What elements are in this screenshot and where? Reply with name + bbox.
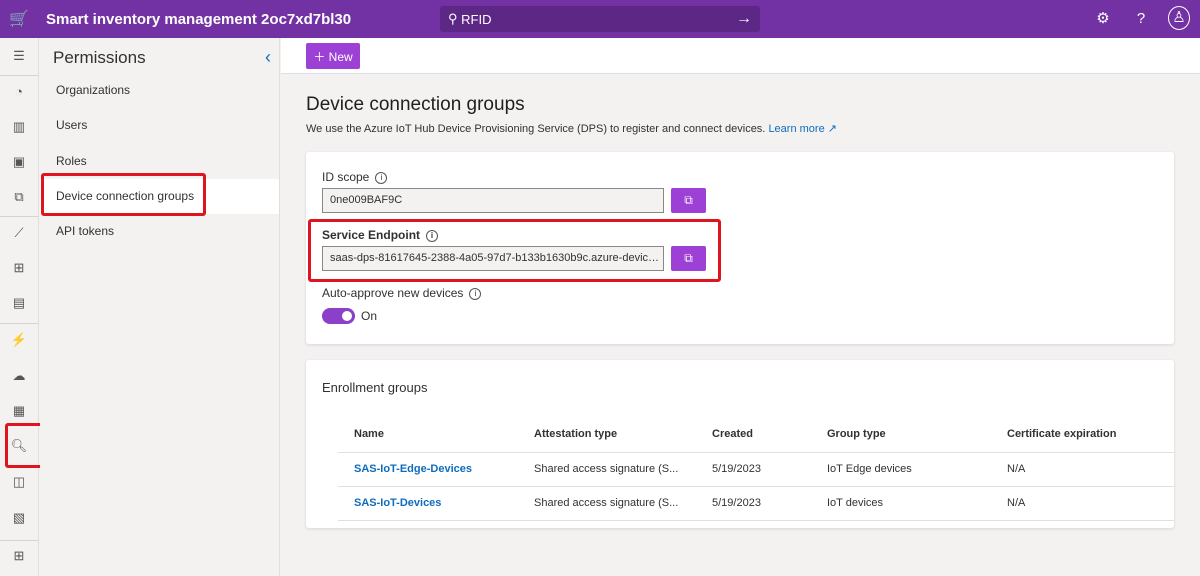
search-input[interactable]: ⚲ RFID → <box>440 6 760 32</box>
copy-id-scope-button[interactable]: ⧉ <box>671 188 706 213</box>
nav-title: Permissions <box>53 48 146 67</box>
description-text: We use the Azure IoT Hub Device Provisio… <box>306 123 766 135</box>
permissions-nav: Permissions ‹ Organizations Users Roles … <box>40 38 280 576</box>
collapse-chevron-icon[interactable]: ‹ <box>265 47 271 68</box>
new-button[interactable]: ＋ New <box>306 43 360 69</box>
learn-more-link[interactable]: Learn more ↗ <box>768 123 837 135</box>
group-name-link[interactable]: SAS-IoT-Devices <box>354 497 441 509</box>
enrollment-table: Name Attestation type Created Group type… <box>338 416 1174 521</box>
info-icon[interactable]: i <box>469 288 482 300</box>
main-content: ＋ New Device connection groups We use th… <box>281 38 1200 576</box>
devices-icon[interactable]: ▥ <box>0 119 38 135</box>
command-bar: ＋ New <box>281 38 1200 74</box>
enrollment-groups-card: Enrollment groups Name Attestation type … <box>306 360 1174 528</box>
column-header[interactable]: Created <box>696 416 811 453</box>
customization-icon[interactable]: ◫ <box>0 474 38 490</box>
toggle-state: On <box>361 309 378 323</box>
jobs-icon[interactable]: ▤ <box>0 295 38 311</box>
help-icon[interactable]: ? <box>1130 10 1152 27</box>
data-export-icon[interactable]: ☁ <box>0 368 38 384</box>
device-groups-icon[interactable]: ▣ <box>0 154 38 170</box>
nav-item-organizations[interactable]: Organizations <box>40 73 279 108</box>
device-templates-icon[interactable]: ⧉ <box>0 189 38 205</box>
menu-icon[interactable]: ☰ <box>0 48 38 64</box>
plus-icon: ＋ <box>313 49 326 64</box>
table-row[interactable]: SAS-IoT-Edge-Devices Shared access signa… <box>338 452 1174 487</box>
column-header[interactable]: Name <box>338 416 518 453</box>
enrollment-title: Enrollment groups <box>322 380 428 395</box>
page-description: We use the Azure IoT Hub Device Provisio… <box>306 122 837 135</box>
attestation-cell: Shared access signature (S... <box>518 486 696 521</box>
auto-approve-label: Auto-approve new devices i <box>322 286 482 300</box>
id-scope-field[interactable]: 0ne009BAF9C <box>322 188 664 213</box>
icon-rail: ☰ ◔ ▥ ▣ ⧉ ⟋ ⊞ ▤ ⚡ ☁ ▦ 🔍︎ ◫ ▧ ⊞ <box>0 38 39 576</box>
application-icon[interactable]: ▧ <box>0 510 38 526</box>
created-cell: 5/19/2023 <box>696 452 811 487</box>
search-icon: ⚲ <box>448 11 462 26</box>
settings-icon[interactable]: ⚙ <box>1092 9 1114 27</box>
dashboards-icon[interactable]: ⊞ <box>0 260 38 276</box>
arrow-right-icon[interactable]: → <box>736 10 752 28</box>
rules-icon[interactable]: ⚡ <box>0 332 38 348</box>
templates-icon[interactable]: ⊞ <box>0 548 38 564</box>
top-bar: 🛒 Smart inventory management 2oc7xd7bl30… <box>0 0 1200 38</box>
column-header[interactable]: Group type <box>811 416 991 453</box>
group-type-cell: IoT devices <box>811 486 991 521</box>
group-type-cell: IoT Edge devices <box>811 452 991 487</box>
cart-icon: 🛒 <box>9 11 29 28</box>
search-value: RFID <box>461 11 492 27</box>
auto-approve-toggle[interactable] <box>322 308 355 324</box>
column-header[interactable]: Certificate expiration <box>991 416 1174 453</box>
table-row[interactable]: SAS-IoT-Devices Shared access signature … <box>338 486 1174 521</box>
info-icon[interactable]: i <box>375 172 388 184</box>
cert-expiration-cell: N/A <box>991 452 1174 487</box>
page-title: Device connection groups <box>306 94 525 115</box>
highlight-nav-item <box>41 173 206 216</box>
cert-expiration-cell: N/A <box>991 486 1174 521</box>
new-label: New <box>328 49 353 64</box>
attestation-cell: Shared access signature (S... <box>518 452 696 487</box>
audit-logs-icon[interactable]: ▦ <box>0 403 38 419</box>
highlight-service-endpoint <box>308 219 721 282</box>
nav-item-api-tokens[interactable]: API tokens <box>40 214 279 249</box>
analytics-icon[interactable]: ⟋ <box>0 225 38 241</box>
created-cell: 5/19/2023 <box>696 486 811 521</box>
column-header[interactable]: Attestation type <box>518 416 696 453</box>
app-title: Smart inventory management 2oc7xd7bl30 <box>46 10 352 28</box>
dashboard-icon[interactable]: ◔ <box>0 84 38 99</box>
nav-item-users[interactable]: Users <box>40 108 279 143</box>
group-name-link[interactable]: SAS-IoT-Edge-Devices <box>354 463 472 475</box>
avatar-icon[interactable]: ♙ <box>1168 6 1190 30</box>
id-scope-label: ID scope i <box>322 170 388 184</box>
